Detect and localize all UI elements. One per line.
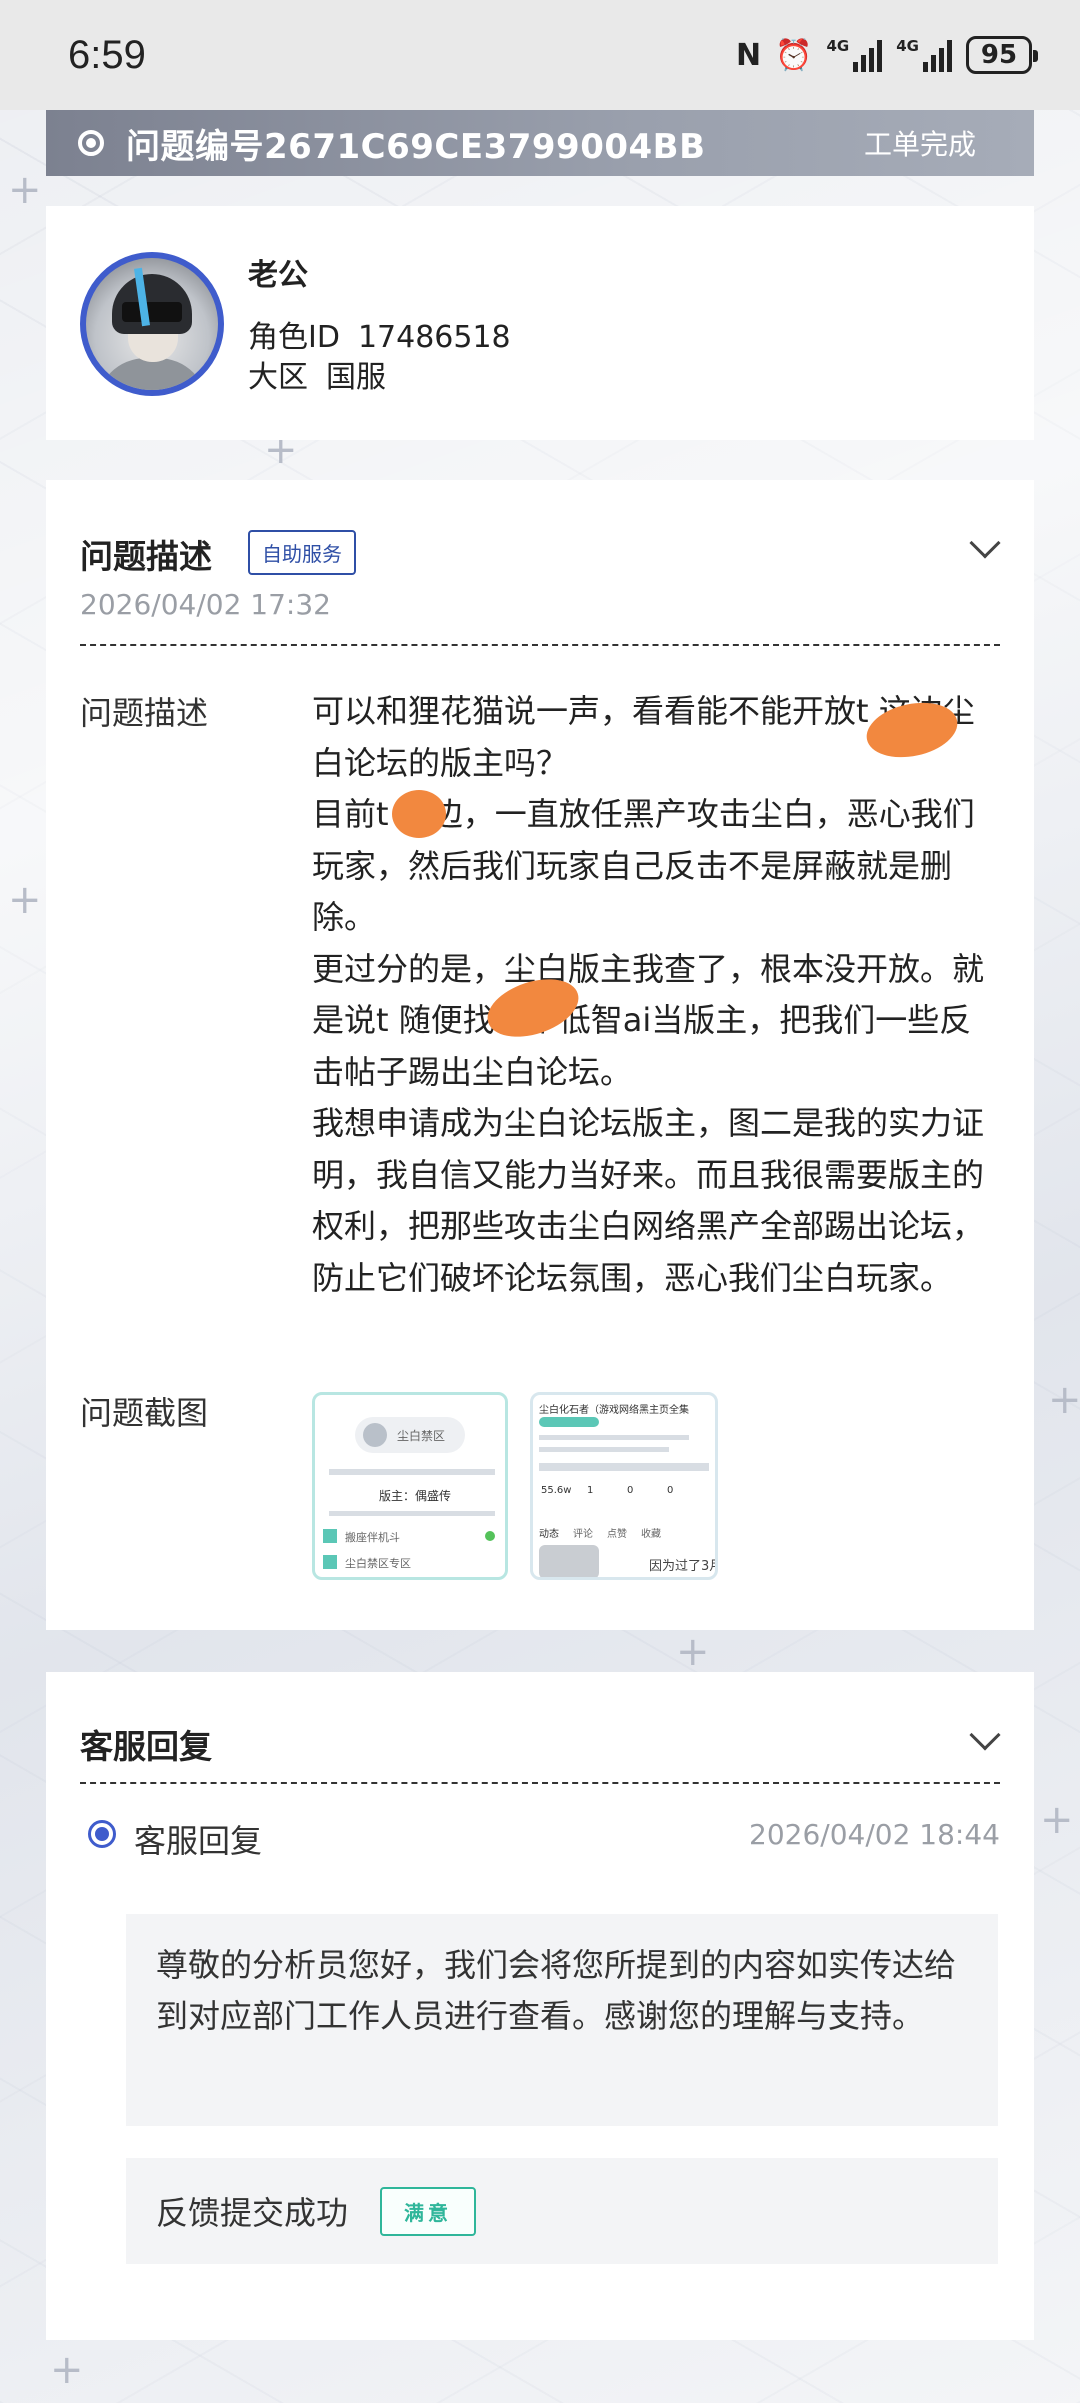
alarm-icon: ⏰ (775, 37, 813, 73)
description-text: 可以和狸花猫说一声，看看能不能开放t 这边尘白论坛的版主吗？ 目前t 这边，一直… (312, 686, 992, 1304)
ticket-status: 工单完成 (863, 128, 976, 161)
status-bar: 6:59 N ⏰ 4G 4G 95 (0, 0, 1080, 110)
battery-icon: 95 (966, 36, 1038, 74)
reply-message: 尊敬的分析员您好，我们会将您所提到的内容如实传达给到对应部门工作人员进行查看。感… (126, 1914, 998, 2126)
region-label: 大区 (248, 360, 308, 395)
divider (80, 1782, 1000, 1784)
ticket-ring-icon (78, 130, 104, 156)
reply-date: 2026/04/02 18:44 (749, 1818, 1000, 1851)
screenshot-thumbnail-1[interactable]: 尘白禁区 版主：偶盛传 搬座伴机斗 尘白禁区专区 (312, 1392, 508, 1580)
plus-decoration: + (676, 1629, 710, 1675)
region-value: 国服 (326, 360, 386, 395)
plus-decoration: + (8, 167, 42, 213)
redaction-mark (392, 790, 446, 838)
reply-dot-icon (88, 1820, 116, 1848)
role-id-label: 角色ID (248, 320, 340, 355)
description-date: 2026/04/02 17:32 (80, 588, 331, 621)
plus-decoration: + (1040, 1797, 1074, 1843)
role-id-value: 17486518 (357, 320, 511, 355)
reply-item-label: 客服回复 (134, 1822, 263, 1860)
plus-decoration: + (8, 877, 42, 923)
feedback-text: 反馈提交成功 (156, 2194, 349, 2232)
screenshot-thumbnail-2[interactable]: 尘白化石者（游戏网络黑主页全集 55.6w 1 0 0 动态 评论 点赞 收藏 … (530, 1392, 718, 1580)
reply-section-title: 客服回复 (80, 1727, 212, 1766)
plus-decoration: + (50, 2347, 84, 2393)
chevron-down-icon[interactable] (969, 1719, 1001, 1751)
description-paragraph: 更过分的是，尘白版主我查了，根本没开放。就是说t 随便找了个低智ai当版主，把我… (312, 949, 985, 1091)
clock: 6:59 (68, 32, 146, 77)
reply-card: 客服回复 客服回复 2026/04/02 18:44 尊敬的分析员您好，我们会将… (46, 1672, 1034, 2340)
description-field-label: 问题描述 (80, 694, 209, 732)
plus-decoration: + (1048, 1377, 1080, 1423)
signal-4g-icon: 4G (896, 38, 952, 72)
signal-4g-icon: 4G (827, 38, 883, 72)
player-name: 老公 (248, 258, 308, 293)
feedback-box: 反馈提交成功 满意 (126, 2158, 998, 2264)
ticket-header: 问题编号2671C69CE3799004BB 工单完成 (46, 110, 1034, 176)
satisfied-tag[interactable]: 满意 (380, 2186, 477, 2236)
profile-card: 老公 角色ID 17486518 大区 国服 (46, 206, 1034, 440)
region-row: 大区 国服 (248, 352, 386, 396)
chevron-down-icon[interactable] (969, 527, 1001, 559)
screenshot-field-label: 问题截图 (80, 1394, 209, 1432)
section-title: 问题描述 (80, 537, 212, 576)
description-paragraph: 我想申请成为尘白论坛版主，图二是我的实力证明，我自信又能力当好来。而且我很需要版… (312, 1104, 985, 1297)
description-card: 问题描述 自助服务 2026/04/02 17:32 问题描述 可以和狸花猫说一… (46, 480, 1034, 1630)
ticket-id: 问题编号2671C69CE3799004BB (126, 126, 706, 167)
divider (80, 644, 1000, 646)
role-id-row: 角色ID 17486518 (248, 312, 511, 356)
status-icons: N ⏰ 4G 4G 95 (736, 36, 1038, 74)
nfc-icon: N (736, 37, 762, 73)
avatar (80, 252, 224, 396)
self-service-tag: 自助服务 (248, 530, 356, 575)
